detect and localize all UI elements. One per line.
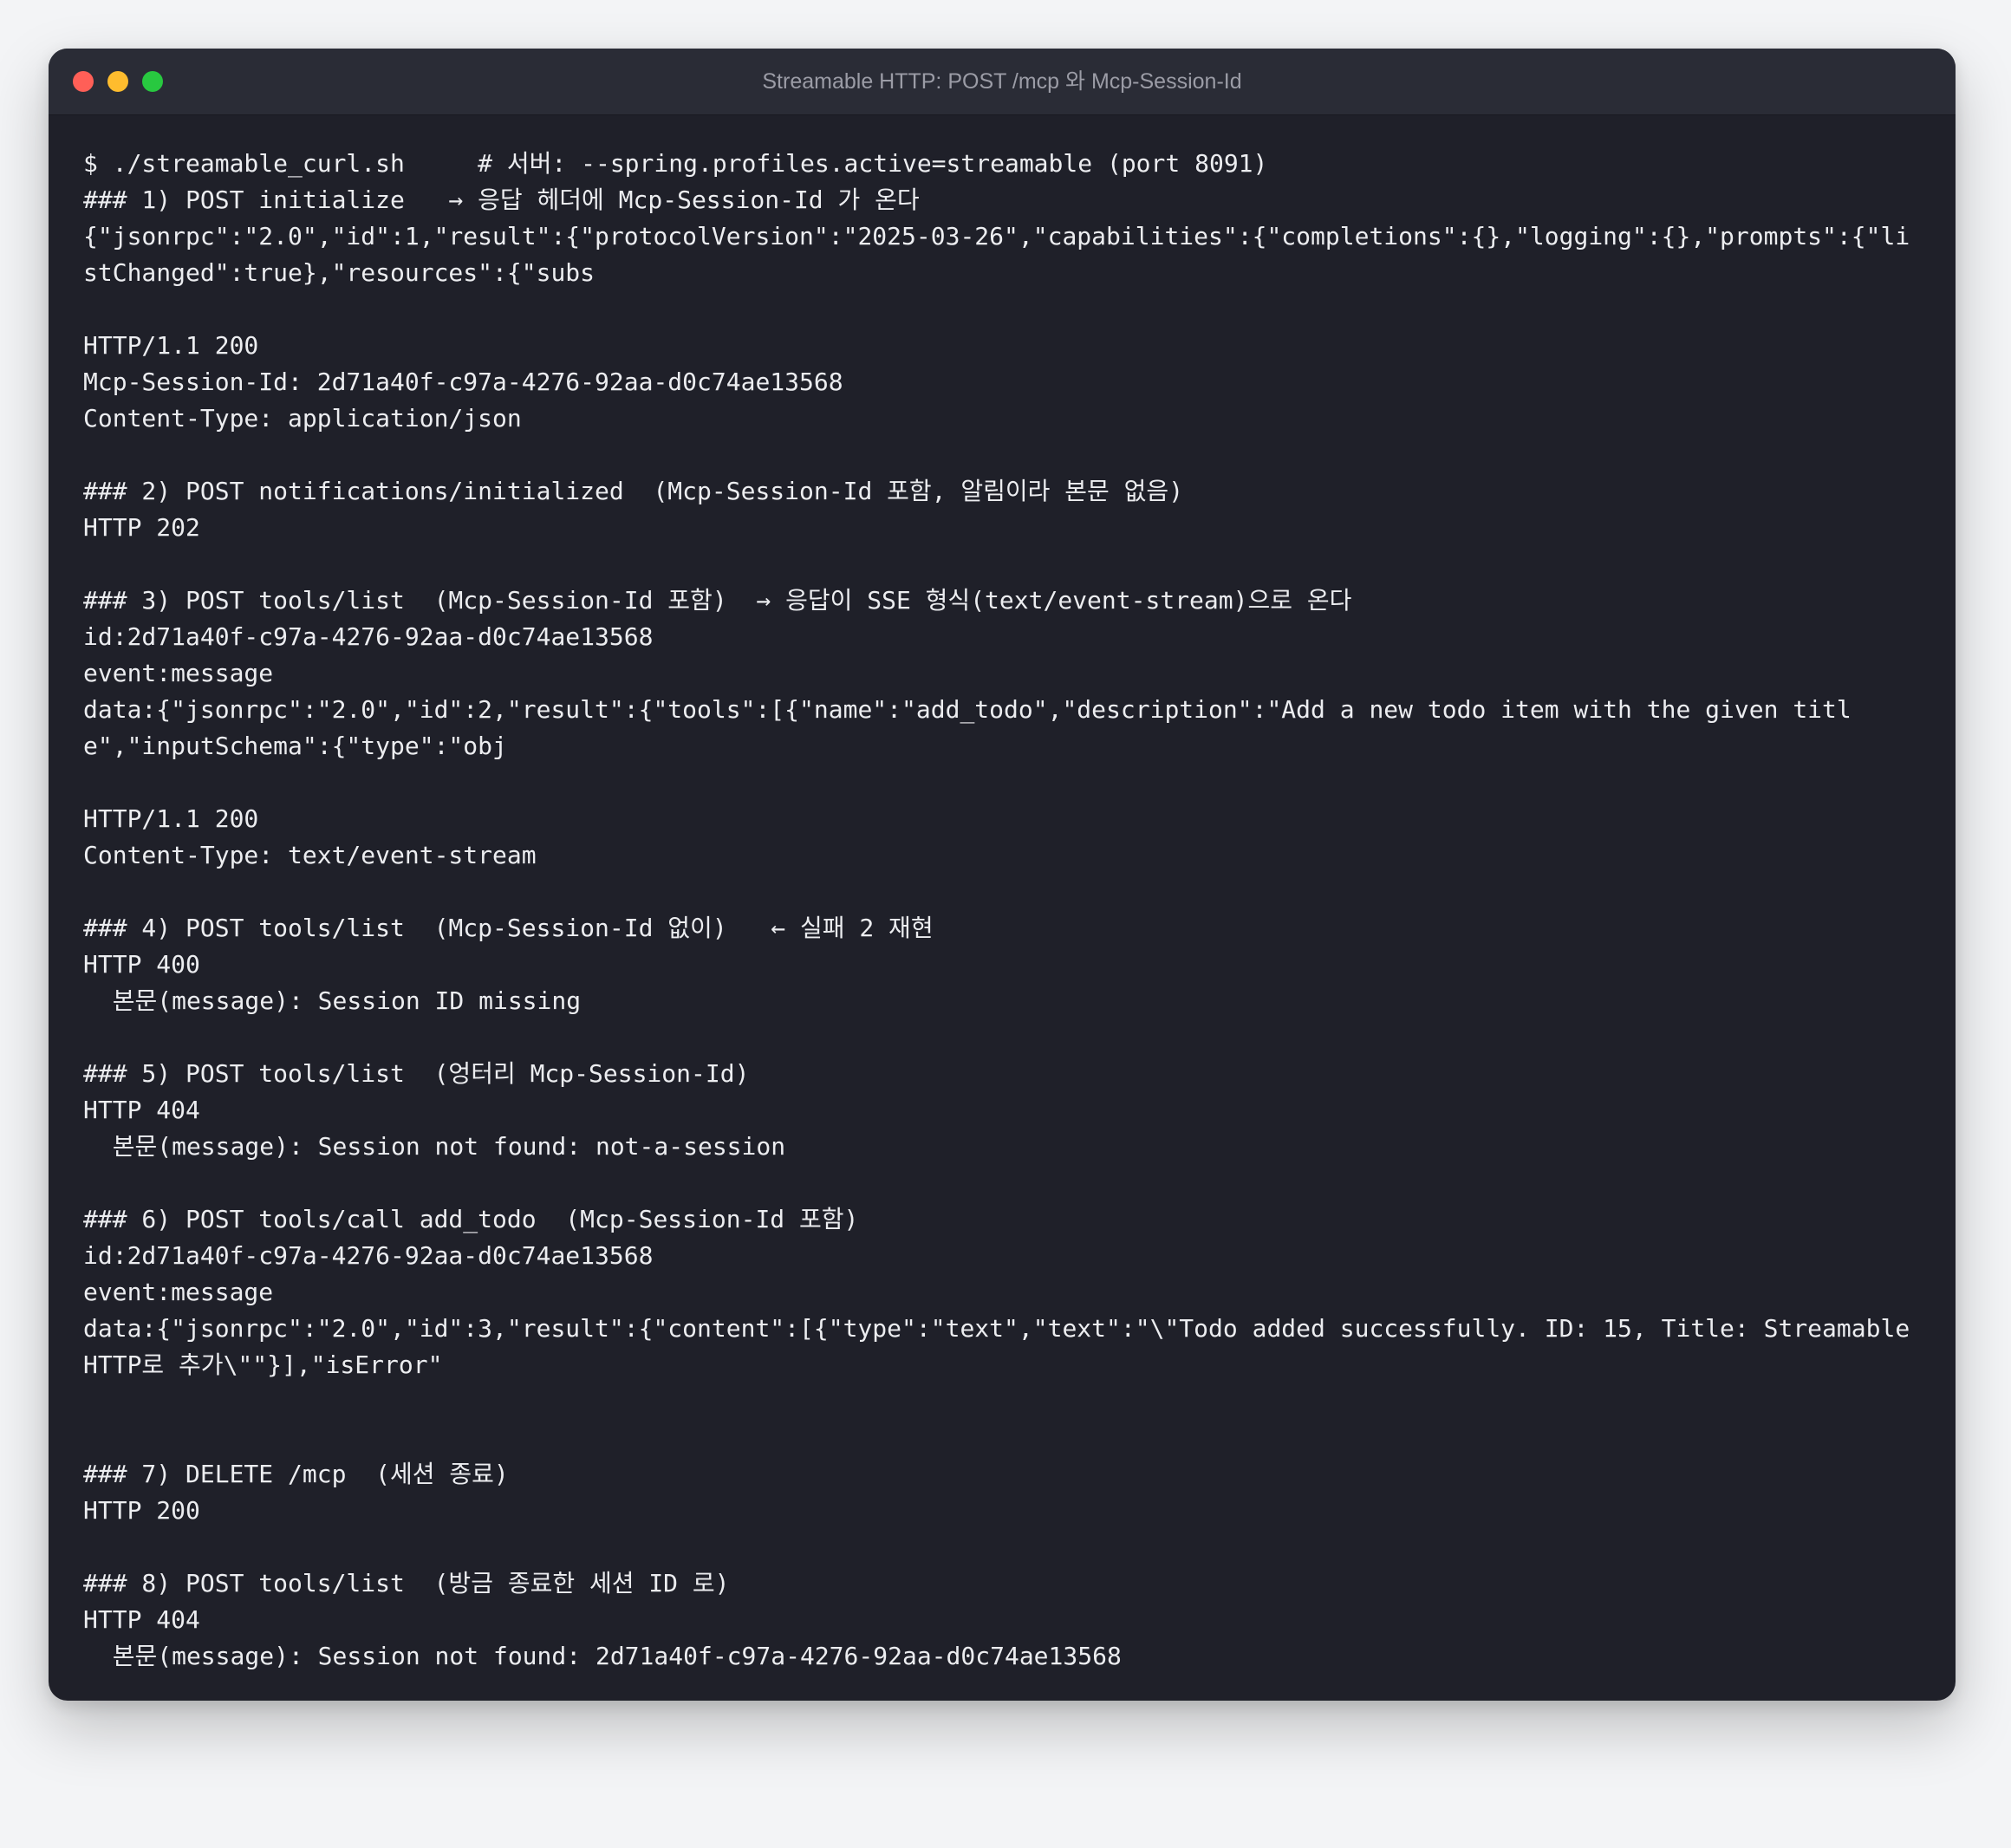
terminal-line: Mcp-Session-Id: 2d71a40f-c97a-4276-92aa-… (83, 368, 843, 396)
terminal-line: 본문(message): Session ID missing (83, 986, 582, 1015)
terminal-line: event:message (83, 659, 274, 687)
terminal-line: ### 7) DELETE /mcp (세션 종료) (83, 1460, 509, 1488)
terminal-line: HTTP 202 (83, 513, 200, 542)
terminal-line: ### 1) POST initialize → 응답 헤더에 Mcp-Sess… (83, 185, 920, 214)
title-bar: Streamable HTTP: POST /mcp 와 Mcp-Session… (49, 49, 1956, 115)
terminal-line: HTTP/1.1 200 (83, 804, 259, 833)
terminal-line: ### 5) POST tools/list (엉터리 Mcp-Session-… (83, 1059, 750, 1088)
terminal-line: Content-Type: application/json (83, 404, 522, 433)
terminal-line: id:2d71a40f-c97a-4276-92aa-d0c74ae13568 (83, 1241, 654, 1270)
terminal-line: data:{"jsonrpc":"2.0","id":3,"result":{"… (83, 1314, 1925, 1379)
terminal-output[interactable]: $ ./streamable_curl.sh # 서버: --spring.pr… (83, 146, 1921, 1680)
terminal-line: HTTP 404 (83, 1096, 200, 1124)
terminal-window: Streamable HTTP: POST /mcp 와 Mcp-Session… (49, 49, 1956, 1701)
terminal-line: 본문(message): Session not found: 2d71a40f… (83, 1642, 1122, 1670)
terminal-line: HTTP/1.1 200 (83, 331, 259, 360)
terminal-line: ### 8) POST tools/list (방금 종료한 세션 ID 로) (83, 1569, 730, 1597)
terminal-line: ### 2) POST notifications/initialized (M… (83, 477, 1184, 505)
terminal-line: HTTP 200 (83, 1496, 200, 1525)
terminal-line: ### 4) POST tools/list (Mcp-Session-Id 없… (83, 914, 934, 942)
terminal-line: event:message (83, 1278, 274, 1306)
terminal-line: data:{"jsonrpc":"2.0","id":2,"result":{"… (83, 695, 1852, 760)
terminal-line: ### 6) POST tools/call add_todo (Mcp-Ses… (83, 1205, 859, 1233)
terminal-line: id:2d71a40f-c97a-4276-92aa-d0c74ae13568 (83, 622, 654, 651)
terminal-line: $ ./streamable_curl.sh # 서버: --spring.pr… (83, 149, 1268, 178)
terminal-line: HTTP 400 (83, 950, 200, 979)
terminal-line: Content-Type: text/event-stream (83, 841, 537, 869)
terminal-line: ### 3) POST tools/list (Mcp-Session-Id 포… (83, 586, 1352, 615)
terminal-line: HTTP 404 (83, 1605, 200, 1634)
terminal-line: {"jsonrpc":"2.0","id":1,"result":{"proto… (83, 222, 1910, 287)
terminal-line: 본문(message): Session not found: not-a-se… (83, 1132, 786, 1161)
window-title: Streamable HTTP: POST /mcp 와 Mcp-Session… (762, 69, 1242, 94)
